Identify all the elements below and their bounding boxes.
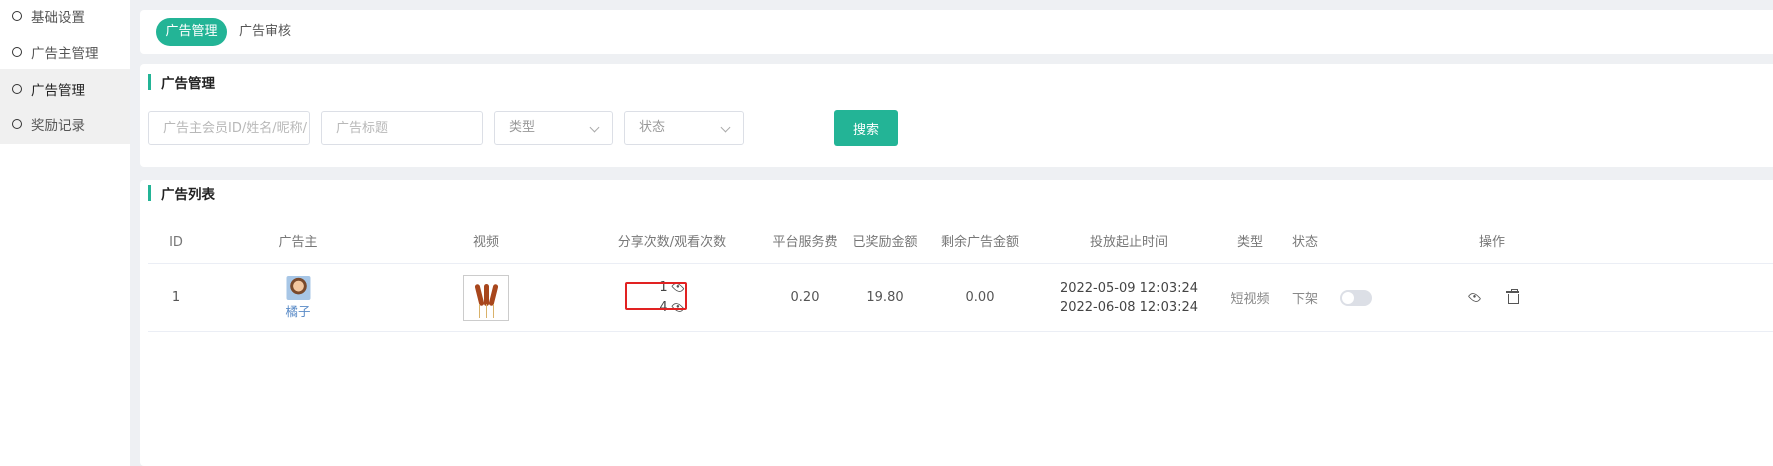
- table-row: 1 橘子 1 4 0.20 19.80 0.00 2022-05-09 12:0…: [148, 264, 1773, 332]
- cell-id: 1: [172, 264, 180, 331]
- section-title-text: 广告管理: [161, 76, 215, 92]
- section-title: 广告列表: [148, 175, 215, 211]
- search-panel: 广告管理 类型 状态 搜索: [140, 64, 1773, 167]
- cell-schedule: 2022-05-09 12:03:24 2022-06-08 12:03:24: [1060, 264, 1198, 331]
- cell-status: 下架: [1292, 264, 1318, 331]
- highlight-box: [625, 282, 687, 310]
- table-header: ID 广告主 视频 分享次数/观看次数 平台服务费 已奖励金额 剩余广告金额 投…: [148, 223, 1773, 264]
- circle-icon: [12, 119, 22, 129]
- cell-action-delete: [1505, 264, 1521, 331]
- chevron-down-icon: [720, 122, 731, 133]
- status-toggle[interactable]: [1340, 289, 1372, 306]
- sidebar-item-label: 基础设置: [31, 10, 85, 26]
- cell-service-fee: 0.20: [791, 264, 820, 331]
- column-header-service-fee: 平台服务费: [772, 235, 838, 250]
- column-header-type: 类型: [1236, 235, 1264, 250]
- status-value: 下架: [1291, 292, 1319, 307]
- cell-advertiser: 橘子: [285, 264, 311, 331]
- cell-rewarded-amount: 19.80: [866, 264, 903, 331]
- column-header-rewarded-amount: 已奖励金额: [852, 235, 918, 250]
- sidebar: 基础设置 广告主管理 广告管理 奖励记录: [0, 0, 130, 466]
- circle-icon: [12, 84, 22, 94]
- column-header-id: ID: [169, 235, 183, 250]
- search-button[interactable]: 搜索: [834, 110, 898, 146]
- eye-icon: [1467, 290, 1481, 305]
- sidebar-item-label: 广告主管理: [31, 46, 99, 62]
- sidebar-item-basic-settings[interactable]: 基础设置: [0, 0, 130, 36]
- column-header-status: 状态: [1291, 235, 1319, 250]
- start-time: 2022-05-09 12:03:24: [1059, 280, 1199, 296]
- sidebar-item-advertiser-management[interactable]: 广告主管理: [0, 32, 130, 72]
- ad-type-value: 短视频: [1230, 292, 1270, 307]
- column-header-share-view-count: 分享次数/观看次数: [617, 235, 727, 250]
- tab-ad-management[interactable]: 广告管理: [156, 18, 227, 46]
- cell-remaining-amount: 0.00: [966, 264, 995, 331]
- status-select[interactable]: 状态: [624, 111, 744, 145]
- cell-action-view: [1466, 264, 1482, 331]
- tab-bar: 广告管理 广告审核: [140, 10, 1773, 54]
- column-header-advertiser: 广告主: [278, 235, 318, 250]
- cell-status-toggle: [1340, 264, 1372, 331]
- ad-title-input[interactable]: [321, 111, 483, 145]
- tab-ad-review[interactable]: 广告审核: [239, 18, 291, 46]
- sidebar-item-label: 广告管理: [31, 83, 85, 99]
- video-thumbnail[interactable]: [463, 274, 509, 321]
- column-header-actions: 操作: [1478, 235, 1506, 250]
- section-title: 广告管理: [148, 72, 215, 92]
- remaining-amount-value: 0.00: [965, 290, 995, 305]
- trash-icon: [1505, 289, 1519, 304]
- column-header-video: 视频: [472, 235, 500, 250]
- status-select-value: 状态: [639, 120, 666, 135]
- type-select-value: 类型: [509, 120, 536, 135]
- advertiser-avatar: [285, 275, 310, 300]
- delete-button[interactable]: [1505, 289, 1521, 306]
- sidebar-item-label: 奖励记录: [31, 118, 85, 134]
- advertiser-search-input[interactable]: [148, 111, 310, 145]
- circle-icon: [12, 11, 22, 21]
- title-accent-bar: [148, 74, 151, 90]
- circle-icon: [12, 47, 22, 57]
- rewarded-amount-value: 19.80: [866, 290, 904, 305]
- ad-list-panel: 广告列表 ID 广告主 视频 分享次数/观看次数 平台服务费 已奖励金额 剩余广…: [140, 180, 1773, 466]
- ad-id: 1: [171, 290, 181, 305]
- chevron-down-icon: [589, 122, 600, 133]
- section-title-text: 广告列表: [161, 187, 215, 203]
- service-fee-value: 0.20: [790, 290, 820, 305]
- sidebar-item-ad-management[interactable]: 广告管理: [0, 69, 130, 109]
- title-accent-bar: [148, 185, 151, 201]
- column-header-remaining-amount: 剩余广告金额: [940, 235, 1020, 250]
- type-select[interactable]: 类型: [494, 111, 613, 145]
- sidebar-item-reward-records[interactable]: 奖励记录: [0, 104, 130, 144]
- advertiser-name-link[interactable]: 橘子: [285, 301, 310, 320]
- cell-type: 短视频: [1230, 264, 1269, 331]
- end-time: 2022-06-08 12:03:24: [1059, 299, 1199, 315]
- column-header-schedule: 投放起止时间: [1089, 235, 1169, 250]
- cell-video: [463, 264, 509, 331]
- view-button[interactable]: [1466, 290, 1482, 306]
